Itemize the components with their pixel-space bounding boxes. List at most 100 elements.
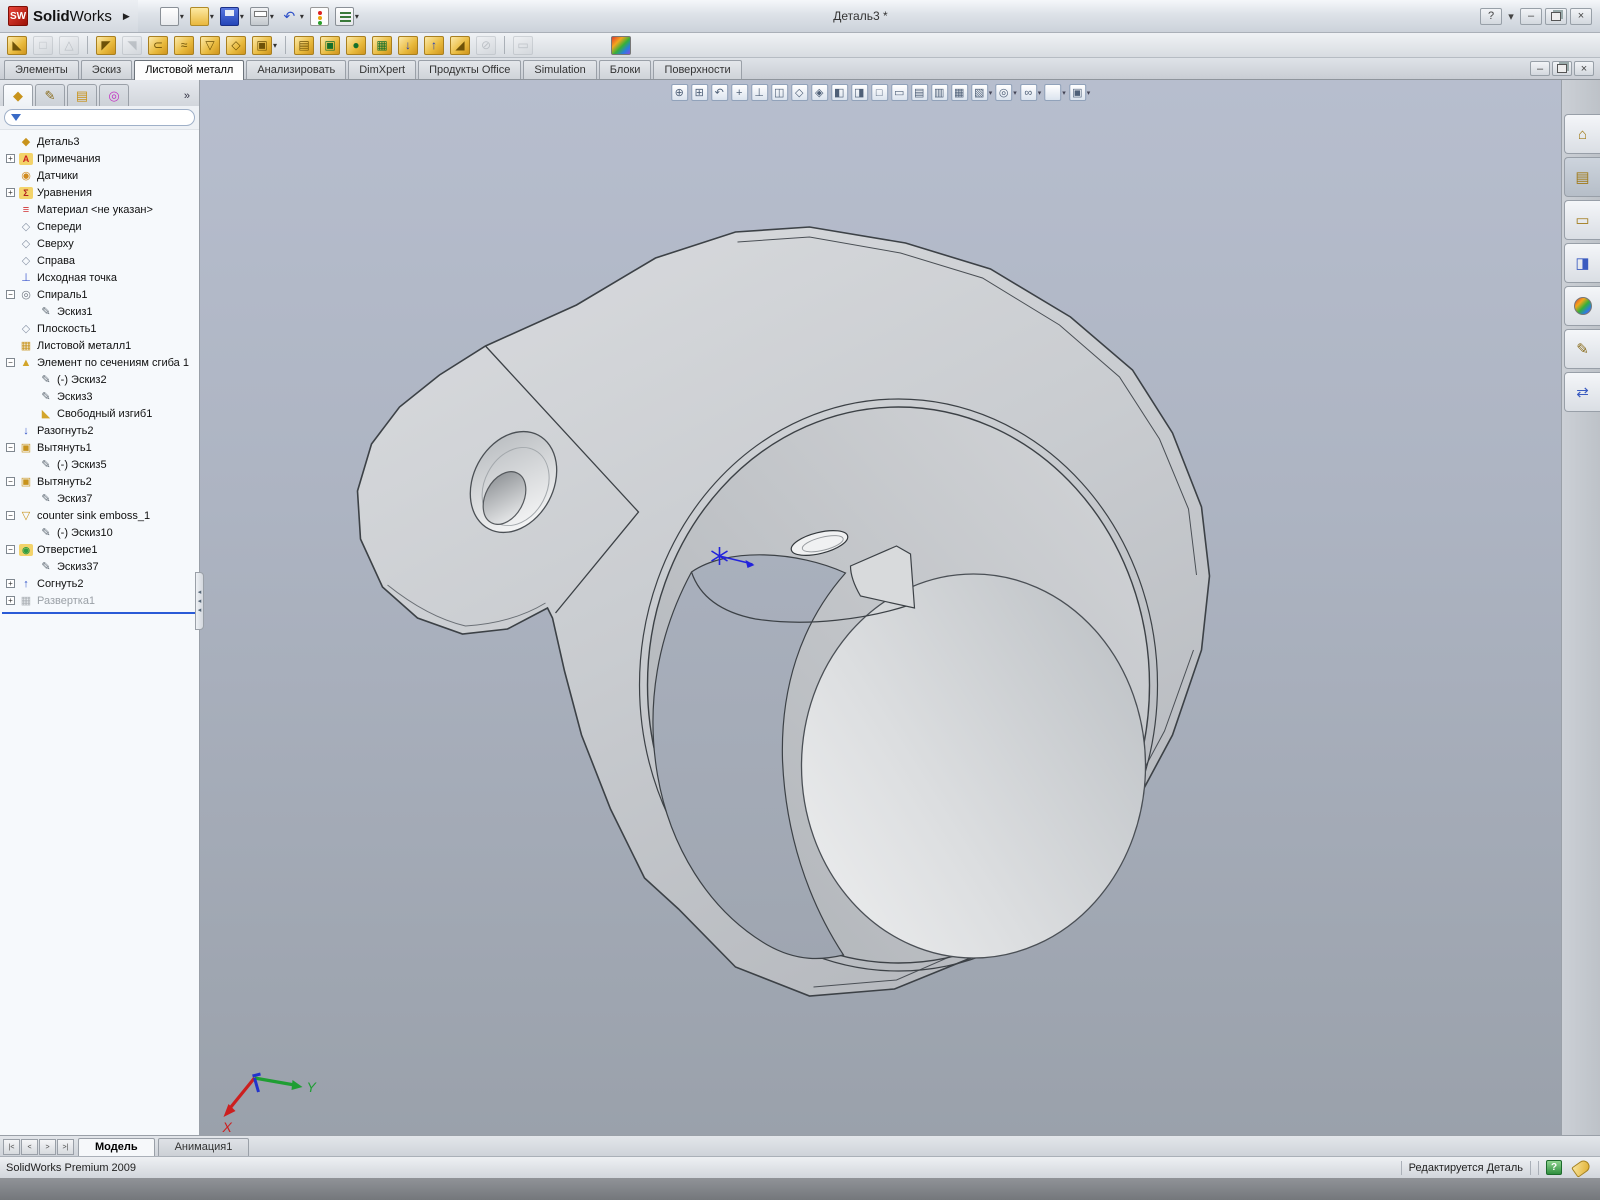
miter-flange-button[interactable]: ◥	[120, 34, 144, 57]
view-back-button[interactable]: ◈	[810, 83, 829, 102]
hem-button[interactable]: ⊂	[146, 34, 170, 57]
tree-item[interactable]: ◆ Деталь3	[2, 133, 199, 150]
expand-icon[interactable]: +	[6, 596, 15, 605]
tree-item[interactable]: + ▦ Развертка1	[2, 592, 199, 609]
dropdown-caret-icon[interactable]: ▾	[180, 12, 184, 21]
display-style-button[interactable]: ▧ ▾	[970, 83, 994, 102]
custom-properties-tab[interactable]: ✎	[1564, 329, 1600, 369]
dropdown-caret-icon[interactable]: ▾	[270, 12, 274, 21]
tag-icon[interactable]	[1571, 1157, 1592, 1178]
propertymanager-tab[interactable]: ✎	[35, 84, 65, 106]
break-corner-button[interactable]: ◢	[448, 34, 472, 57]
tree-item[interactable]: + A Примечания	[2, 150, 199, 167]
collapse-icon[interactable]: −	[6, 290, 15, 299]
tree-item[interactable]: ✎ Эскиз7	[2, 490, 199, 507]
tab-evaluate[interactable]: Анализировать	[246, 60, 347, 79]
viewport-four-button[interactable]: ▦	[950, 83, 969, 102]
edge-flange-button[interactable]: ◤	[94, 34, 118, 57]
forming-tool-button[interactable]: ▤	[292, 34, 316, 57]
dropdown-caret-icon[interactable]: ▾	[240, 12, 244, 21]
tree-item[interactable]: ⊥ Исходная точка	[2, 269, 199, 286]
fold-button[interactable]: ↑	[422, 34, 446, 57]
view-palette-tab[interactable]: ◨	[1564, 243, 1600, 283]
panel-splitter-handle[interactable]: ◂ ◂ ◂	[195, 572, 204, 630]
solidworks-resources-tab[interactable]: ⌂	[1564, 114, 1600, 154]
tree-filter-input[interactable]	[26, 111, 188, 124]
simple-hole-button[interactable]: ●	[344, 34, 368, 57]
doc-minimize-button[interactable]: –	[1530, 61, 1550, 76]
tree-item[interactable]: ✎ Эскиз3	[2, 388, 199, 405]
view-settings-button[interactable]: ∞ ▾	[1019, 83, 1043, 102]
unfold-button[interactable]: ↓	[396, 34, 420, 57]
help-dropdown-icon[interactable]: ▾	[1505, 8, 1517, 25]
corners-button[interactable]: ▣ ▾	[250, 34, 279, 57]
sketched-bend-button[interactable]: ▽	[198, 34, 222, 57]
dropdown-caret-icon[interactable]: ▾	[989, 89, 993, 97]
save-document-button[interactable]: ▾	[218, 5, 246, 28]
collapse-icon[interactable]: −	[6, 477, 15, 486]
doc-restore-button[interactable]	[1552, 61, 1572, 76]
tree-item[interactable]: ◇ Сверху	[2, 235, 199, 252]
tree-item[interactable]: ◇ Справа	[2, 252, 199, 269]
appearance-colors-button[interactable]	[609, 34, 633, 57]
tab-nav-button-3[interactable]: >	[39, 1139, 56, 1155]
tree-item[interactable]: − ◉ Отверстие1	[2, 541, 199, 558]
viewport-two-horizontal-button[interactable]: ▤	[910, 83, 929, 102]
previous-view-button[interactable]: ↶	[710, 83, 729, 102]
vent-button[interactable]: ▦	[370, 34, 394, 57]
dropdown-caret-icon[interactable]: ▾	[355, 12, 359, 21]
open-document-button[interactable]: ▾	[188, 5, 216, 28]
tree-item[interactable]: − ▲ Элемент по сечениям сгиба 1	[2, 354, 199, 371]
doc-close-button[interactable]: ×	[1574, 61, 1594, 76]
rollback-bar[interactable]	[2, 612, 197, 614]
view-front-button[interactable]: ◇	[790, 83, 809, 102]
tab-nav-button-2[interactable]: <	[21, 1139, 38, 1155]
dropdown-caret-icon[interactable]: ▾	[273, 41, 277, 50]
quick-tips-help-icon[interactable]: ?	[1546, 1160, 1562, 1175]
close-button[interactable]: ×	[1570, 7, 1592, 25]
tab-nav-button-4[interactable]: >|	[57, 1139, 74, 1155]
zoom-to-fit-button[interactable]: ⊕	[670, 83, 689, 102]
dropdown-caret-icon[interactable]: ▾	[210, 12, 214, 21]
doc-tab-анимация1[interactable]: Анимация1	[157, 1138, 250, 1156]
print-document-button[interactable]: ▾	[248, 5, 276, 28]
new-document-button[interactable]: ▾	[158, 5, 186, 28]
collapse-icon[interactable]: −	[6, 511, 15, 520]
tab-dimxpert[interactable]: DimXpert	[348, 60, 417, 79]
restore-button[interactable]	[1545, 7, 1567, 25]
appearances-scenes-tab[interactable]	[1564, 286, 1600, 326]
tree-filter-box[interactable]	[4, 109, 195, 126]
menu-expand-icon[interactable]: ▶	[123, 11, 130, 22]
section-view-button[interactable]: ◫	[770, 83, 789, 102]
zoom-to-area-button[interactable]: ⊞	[690, 83, 709, 102]
cross-break-button[interactable]: ◇	[224, 34, 248, 57]
tree-item[interactable]: ≡ Материал <не указан>	[2, 201, 199, 218]
design-library-tab[interactable]: ▤	[1564, 157, 1600, 197]
dropdown-caret-icon[interactable]: ▾	[1038, 89, 1042, 97]
viewport-two-vertical-button[interactable]: ▥	[930, 83, 949, 102]
tree-item[interactable]: − ▣ Вытянуть1	[2, 439, 199, 456]
dimxpertmanager-tab[interactable]: ◎	[99, 84, 129, 106]
tree-item[interactable]: ▦ Листовой металл1	[2, 337, 199, 354]
dropdown-caret-icon[interactable]: ▾	[1062, 89, 1066, 97]
tree-item[interactable]: + Σ Уравнения	[2, 184, 199, 201]
view-left-button[interactable]: ◧	[830, 83, 849, 102]
collapse-icon[interactable]: −	[6, 545, 15, 554]
tree-item[interactable]: ◉ Датчики	[2, 167, 199, 184]
tree-item[interactable]: − ◎ Спираль1	[2, 286, 199, 303]
options-button[interactable]: ▾	[333, 5, 361, 28]
center-bore-surface[interactable]	[800, 573, 1147, 959]
convert-to-sheet-metal-button[interactable]: □	[31, 34, 55, 57]
normal-to-button[interactable]: ⊥	[750, 83, 769, 102]
base-flange-button[interactable]: ◣	[5, 34, 29, 57]
tree-item[interactable]: ↓ Разогнуть2	[2, 422, 199, 439]
expand-icon[interactable]: +	[6, 188, 15, 197]
flatten-button[interactable]: ▭	[511, 34, 535, 57]
tab-features[interactable]: Элементы	[4, 60, 79, 79]
tree-item[interactable]: ✎ (-) Эскиз5	[2, 456, 199, 473]
tab-sheet-metal[interactable]: Листовой металл	[134, 60, 245, 80]
dropdown-caret-icon[interactable]: ▾	[300, 12, 304, 21]
tree-item[interactable]: ✎ Эскиз37	[2, 558, 199, 575]
view-isometric-button[interactable]: □	[870, 83, 889, 102]
tree-item[interactable]: ✎ Эскиз1	[2, 303, 199, 320]
